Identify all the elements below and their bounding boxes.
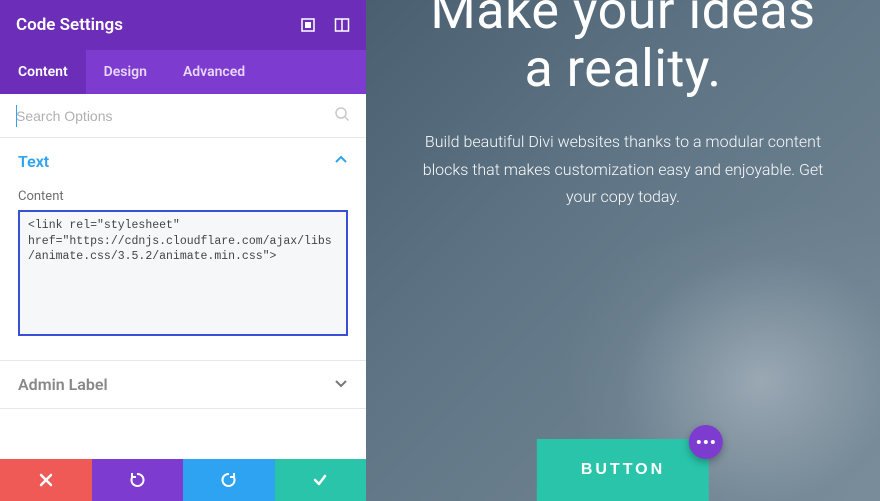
tab-design[interactable]: Design <box>86 50 165 94</box>
dot-icon <box>711 440 715 444</box>
section-admin-header[interactable]: Admin Label <box>0 361 366 408</box>
action-bar <box>0 459 366 501</box>
chevron-up-icon <box>334 152 348 171</box>
chevron-down-icon <box>334 375 348 394</box>
tab-content[interactable]: Content <box>0 50 86 94</box>
redo-button[interactable] <box>183 459 275 501</box>
dock-icon[interactable] <box>334 17 350 33</box>
hero-heading: Make your ideas a reality. <box>422 0 824 98</box>
cancel-button[interactable] <box>0 459 92 501</box>
expand-icon[interactable] <box>300 17 316 33</box>
code-textarea[interactable] <box>18 210 348 336</box>
header-actions <box>300 17 350 33</box>
section-admin: Admin Label <box>0 361 366 409</box>
preview-content: Make your ideas a reality. Build beautif… <box>366 0 880 501</box>
search-input[interactable] <box>16 100 334 132</box>
section-text-header[interactable]: Text <box>0 138 366 185</box>
save-button[interactable] <box>275 459 367 501</box>
search-bar <box>0 94 366 138</box>
text-cursor <box>16 105 17 127</box>
section-admin-title: Admin Label <box>18 375 108 394</box>
panel-header: Code Settings <box>0 0 366 50</box>
dot-icon <box>697 440 701 444</box>
section-text: Text Content <box>0 138 366 361</box>
section-text-body: Content <box>0 189 366 360</box>
undo-button[interactable] <box>92 459 184 501</box>
page-preview: Make your ideas a reality. Build beautif… <box>366 0 880 501</box>
tab-bar: Content Design Advanced <box>0 50 366 94</box>
search-icon[interactable] <box>334 106 350 126</box>
module-options-button[interactable] <box>689 425 723 459</box>
dot-icon <box>704 440 708 444</box>
hero-subtext: Build beautiful Divi websites thanks to … <box>422 128 824 210</box>
panel-title: Code Settings <box>16 15 300 35</box>
section-text-title: Text <box>18 152 49 171</box>
content-label: Content <box>18 189 348 204</box>
spacer <box>0 409 366 459</box>
tab-advanced[interactable]: Advanced <box>165 50 263 94</box>
hero-button-wrap: BUTTON <box>537 439 709 501</box>
settings-panel: Code Settings Content Design Advanced Te… <box>0 0 366 501</box>
hero-button[interactable]: BUTTON <box>537 439 709 501</box>
